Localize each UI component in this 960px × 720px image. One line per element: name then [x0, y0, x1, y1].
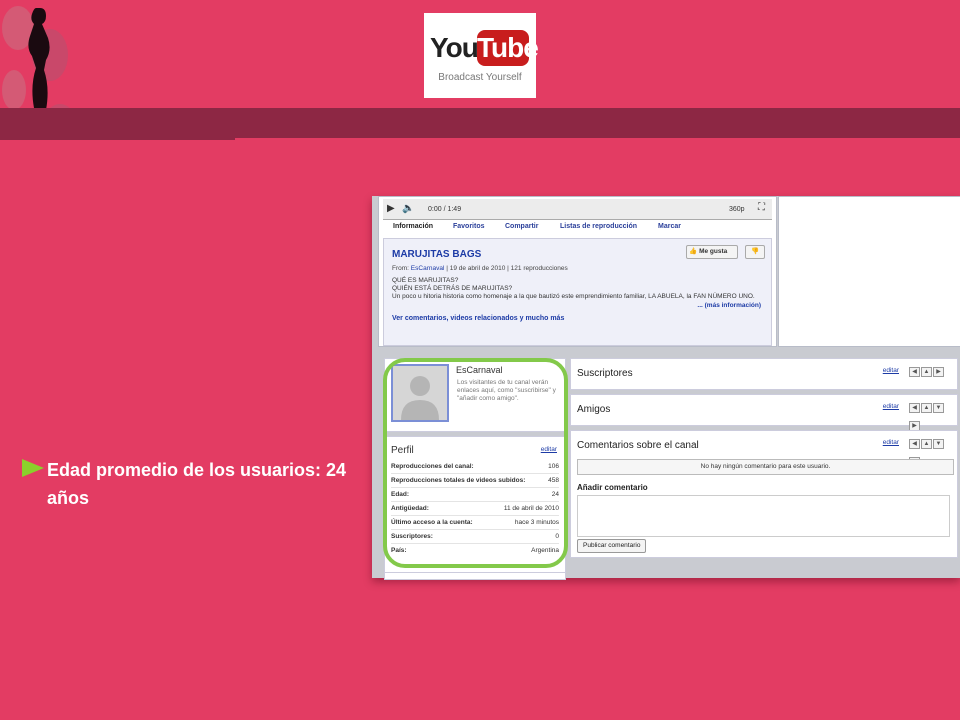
video-description: QUÉ ES MARUJITAS? QUIÉN ESTÁ DETRÁS DE M… — [392, 277, 767, 301]
thumbs-up-icon: 👍 — [689, 248, 698, 255]
desc-line-1: QUÉ ES MARUJITAS? — [392, 277, 459, 284]
amigos-edit-link[interactable]: editar — [883, 403, 899, 410]
video-player-controls: ▶ 🔈 0:00 / 1:49 360p ⛶ — [383, 199, 772, 220]
tab-compartir[interactable]: Compartir — [505, 223, 538, 230]
tab-informacion[interactable]: Información — [393, 223, 433, 230]
amigos-arrows: ◀ ▲ ▼▶ — [909, 403, 951, 431]
related-link[interactable]: Ver comentarios, videos relacionados y m… — [392, 315, 564, 322]
suscriptores-edit-link[interactable]: editar — [883, 367, 899, 374]
video-info: MARUJITAS BAGS From: EsCarnaval | 19 de … — [383, 238, 772, 346]
move-up-icon[interactable]: ▲ — [921, 439, 932, 449]
amigos-section: Amigos editar ◀ ▲ ▼▶ — [570, 394, 958, 431]
logo-you-text: You — [430, 32, 479, 63]
side-panel — [778, 196, 960, 347]
video-panel: ▶ 🔈 0:00 / 1:49 360p ⛶ Información Favor… — [378, 196, 777, 347]
tab-favoritos[interactable]: Favoritos — [453, 223, 485, 230]
add-comment-title: Añadir comentario — [577, 483, 648, 492]
dislike-button[interactable]: 👎 — [745, 245, 765, 259]
move-left-icon[interactable]: ◀ — [909, 367, 920, 377]
move-right-icon[interactable]: ▶ — [933, 367, 944, 377]
logo-slogan: Broadcast Yourself — [438, 72, 522, 83]
move-down-icon[interactable]: ▼ — [933, 403, 944, 413]
header-band — [0, 108, 960, 138]
video-title: MARUJITAS BAGS — [392, 249, 482, 260]
move-left-icon[interactable]: ◀ — [909, 403, 920, 413]
video-meta-rest: | 19 de abril de 2010 | 121 reproduccion… — [446, 265, 568, 272]
from-label: From: — [392, 265, 409, 272]
comentarios-section: Comentarios sobre el canal editar ◀▲▼▶ N… — [570, 430, 958, 558]
amigos-title: Amigos — [577, 404, 611, 415]
suscriptores-title: Suscriptores — [577, 368, 633, 379]
like-button-label: Me gusta — [699, 248, 728, 255]
move-up-icon[interactable]: ▲ — [921, 367, 932, 377]
tab-marcar[interactable]: Marcar — [658, 223, 681, 230]
youtube-channel-screenshot: ▶ 🔈 0:00 / 1:49 360p ⛶ Información Favor… — [372, 196, 960, 580]
like-button[interactable]: 👍 Me gusta — [686, 245, 738, 259]
bullet-arrow-icon — [22, 459, 44, 477]
bottom-strip — [384, 572, 566, 580]
suscriptores-arrows: ◀ ▲ ▶ — [909, 367, 951, 377]
comentarios-title: Comentarios sobre el canal — [577, 440, 699, 451]
desc-line-3: Un poco u hitoria historia como homenaje… — [392, 293, 755, 300]
header-band-line — [0, 138, 235, 140]
video-meta: From: EsCarnaval | 19 de abril de 2010 |… — [392, 265, 568, 272]
volume-icon[interactable]: 🔈 — [402, 203, 414, 214]
suscriptores-section: Suscriptores editar ◀ ▲ ▶ — [570, 358, 958, 390]
move-up-icon[interactable]: ▲ — [921, 403, 932, 413]
comentarios-arrows: ◀▲▼▶ — [909, 439, 951, 467]
time-display: 0:00 / 1:49 — [428, 206, 462, 213]
move-down-icon[interactable]: ▼ — [933, 439, 944, 449]
no-comments-notice: No hay ningún comentario para este usuar… — [577, 459, 954, 475]
thumbs-down-icon: 👎 — [750, 248, 760, 255]
comentarios-edit-link[interactable]: editar — [883, 439, 899, 446]
more-info-link[interactable]: ... (más información) — [697, 302, 761, 309]
desc-line-2: QUIÉN ESTÁ DETRÁS DE MARUJITAS? — [392, 285, 513, 292]
author-link[interactable]: EsCarnaval — [411, 265, 445, 272]
tab-listas[interactable]: Listas de reproducción — [560, 223, 637, 230]
highlight-ring — [383, 358, 568, 568]
comment-textarea[interactable] — [577, 495, 950, 537]
fullscreen-icon[interactable]: ⛶ — [758, 202, 765, 213]
quality-selector[interactable]: 360p — [729, 206, 745, 213]
publish-comment-button[interactable]: Publicar comentario — [577, 539, 647, 553]
youtube-logo: You Tube Broadcast Yourself — [424, 13, 539, 98]
play-icon[interactable]: ▶ — [387, 203, 395, 214]
logo-tube-text: Tube — [477, 30, 539, 66]
move-left-icon[interactable]: ◀ — [909, 439, 920, 449]
video-tabs: Información Favoritos Compartir Listas d… — [383, 221, 772, 237]
bullet-text: Edad promedio de los usuarios: 24 años — [47, 460, 347, 508]
